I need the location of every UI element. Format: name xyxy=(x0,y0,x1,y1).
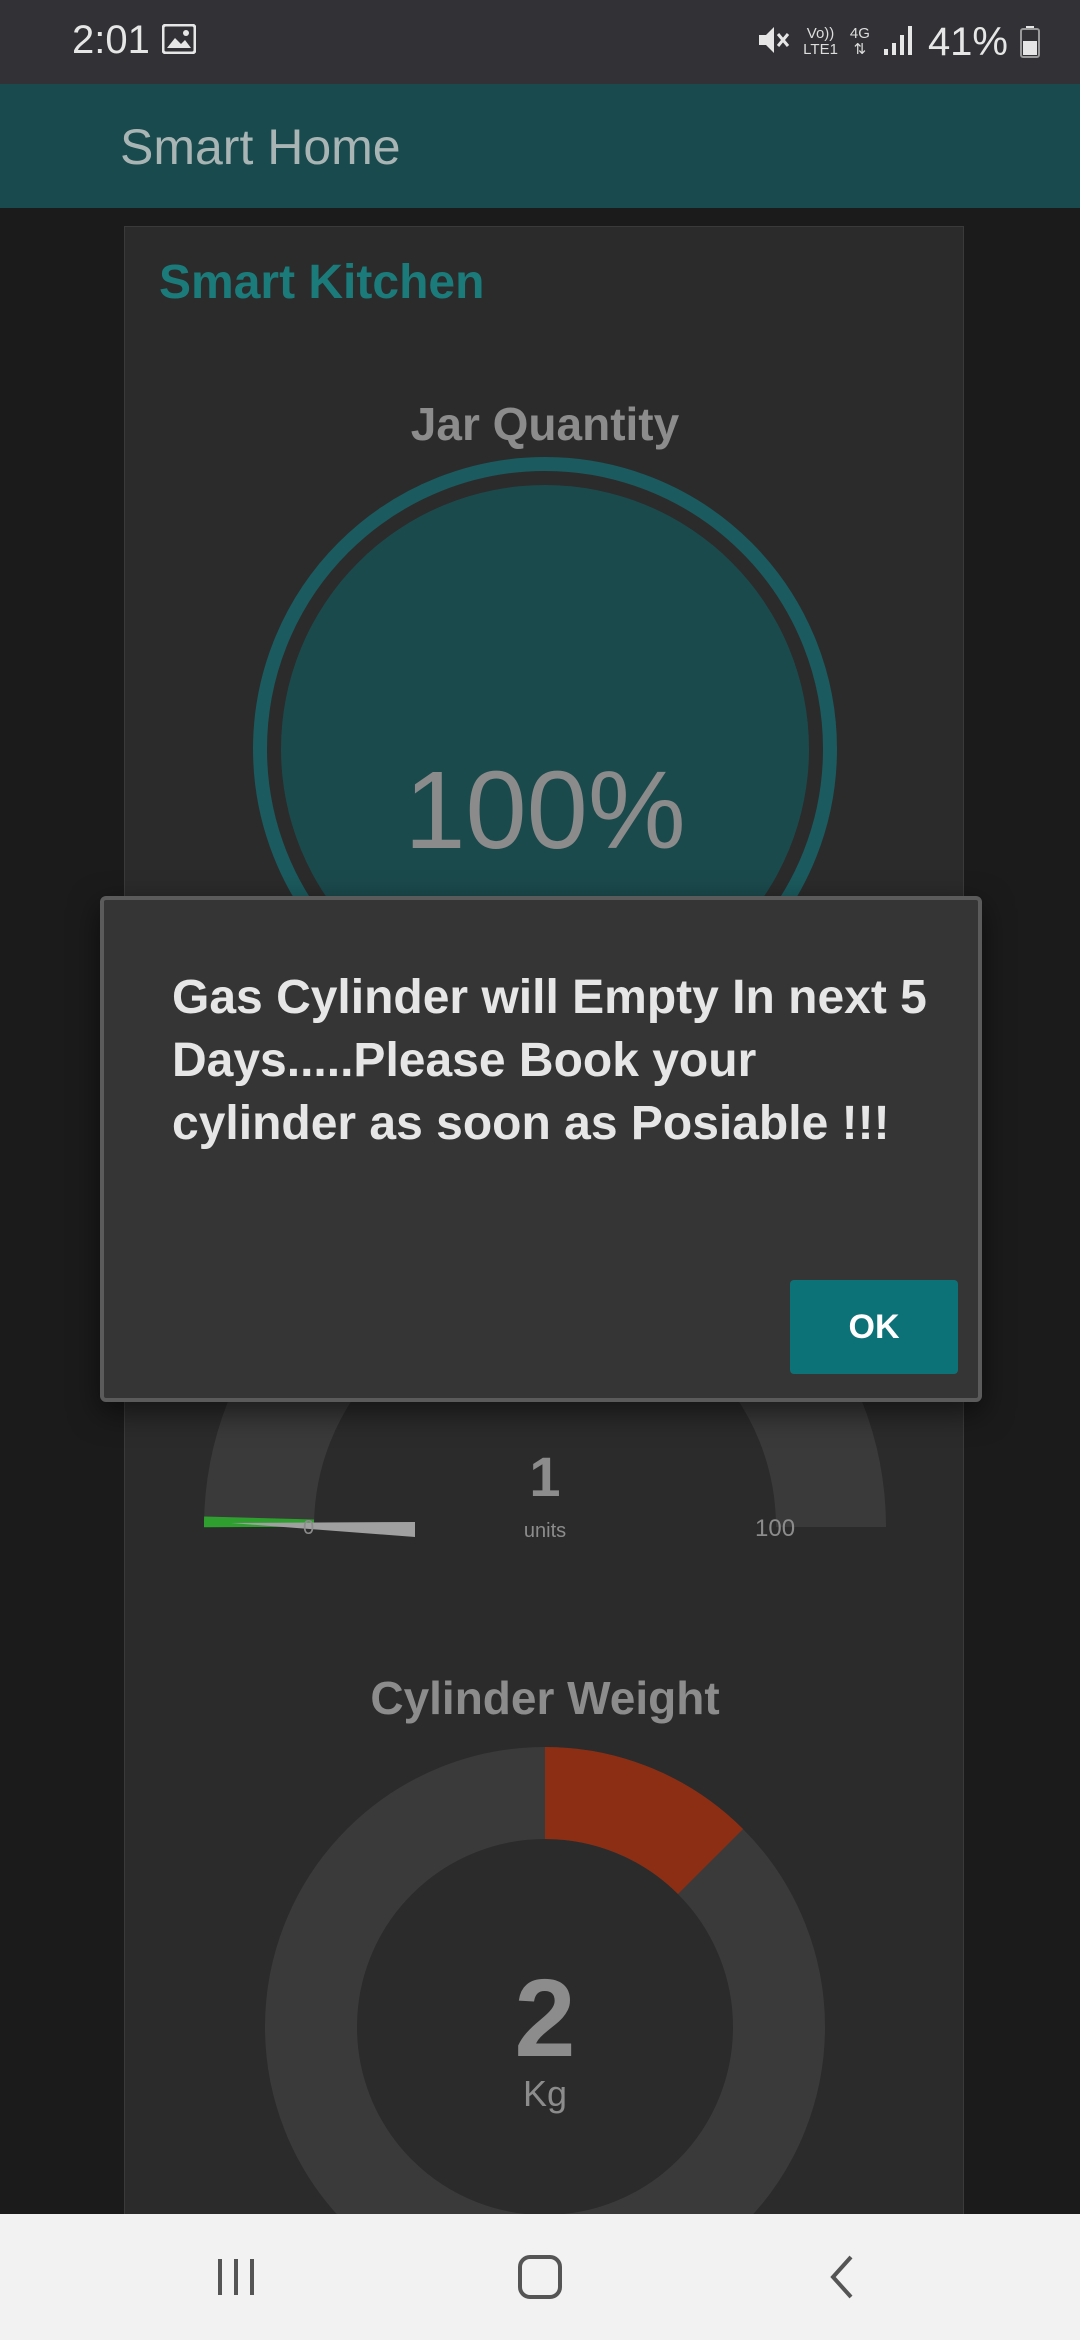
back-icon[interactable] xyxy=(802,2244,882,2310)
gauge-unit: units xyxy=(523,1520,567,1542)
alert-dialog: Gas Cylinder will Empty In next 5 Days..… xyxy=(100,896,982,1402)
status-icons: Vo)) LTE1 4G ⇅ 41% xyxy=(755,14,1040,70)
signal-icon xyxy=(882,23,916,62)
weight-value: 2 xyxy=(514,1957,576,2080)
weight-unit: Kg xyxy=(522,2073,568,2114)
network-type-label: 4G xyxy=(849,25,870,42)
network-indicator: Vo)) LTE1 xyxy=(803,26,838,58)
jar-quantity-value: 100% xyxy=(404,749,686,872)
gauge-min-label: 0 xyxy=(303,1517,315,1539)
ok-button[interactable]: OK xyxy=(790,1280,958,1374)
status-bar: 2:01 Vo)) LTE1 4G ⇅ 41% xyxy=(0,0,1080,84)
screen: 2:01 Vo)) LTE1 4G ⇅ 41% Smart Home Smart… xyxy=(0,0,1080,2340)
gauge-value: 1 xyxy=(529,1445,561,1508)
battery-percent: 41% xyxy=(927,19,1008,64)
jar-quantity-heading: Jar Quantity xyxy=(410,398,680,450)
mute-icon xyxy=(755,22,791,63)
battery-icon xyxy=(1020,26,1040,58)
card-title: Smart Kitchen xyxy=(159,256,485,309)
lte-label: LTE1 xyxy=(803,41,838,58)
network-type: 4G ⇅ xyxy=(850,26,870,58)
gauge-max-label: 100 xyxy=(755,1515,796,1542)
dialog-message: Gas Cylinder will Empty In next 5 Days..… xyxy=(172,971,927,1150)
status-time: 2:01 xyxy=(72,18,150,62)
volte-label: Vo)) xyxy=(806,25,835,42)
navigation-bar xyxy=(0,2214,1080,2340)
data-arrows-icon: ⇅ xyxy=(853,41,867,58)
weight-fill-arc xyxy=(543,1747,744,1895)
app-title: Smart Home xyxy=(120,119,401,175)
gallery-icon xyxy=(161,23,197,55)
cylinder-weight-heading: Cylinder Weight xyxy=(370,1672,720,1724)
home-icon[interactable] xyxy=(500,2244,580,2310)
app-bar: Smart Home xyxy=(0,84,1080,208)
recent-apps-icon[interactable] xyxy=(196,2244,276,2310)
